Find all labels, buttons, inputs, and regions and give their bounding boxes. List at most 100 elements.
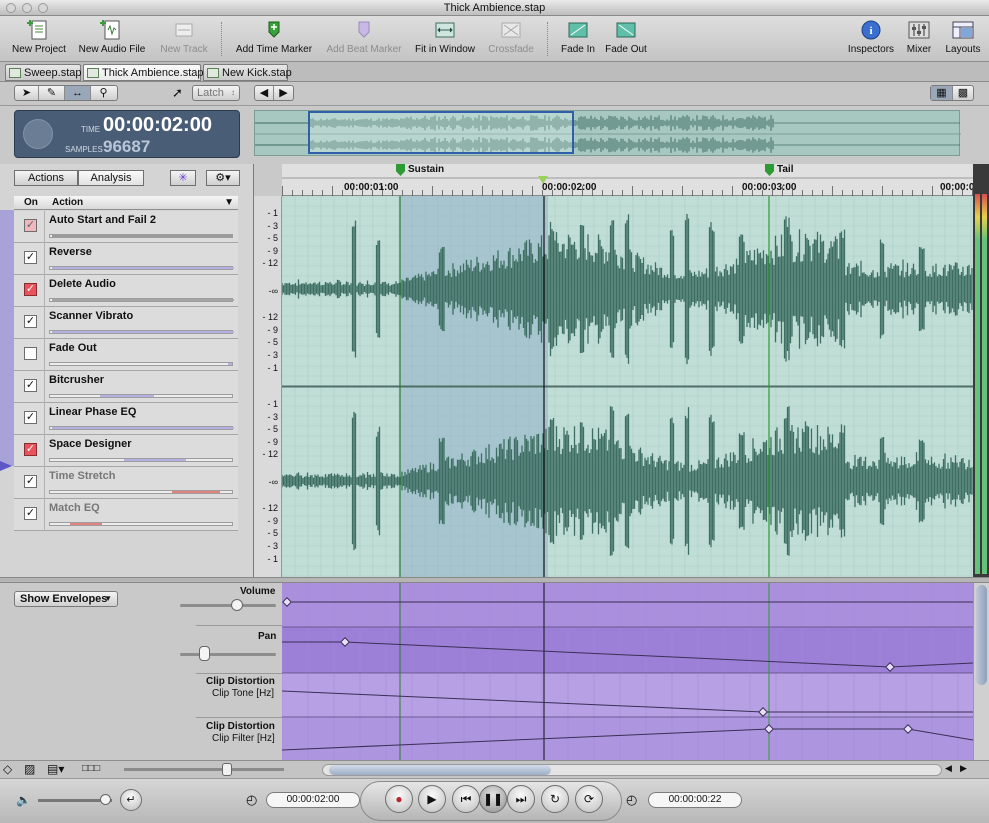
- pencil-tool-icon[interactable]: ✎: [39, 86, 65, 100]
- overview-selection[interactable]: [308, 111, 574, 154]
- inspectors-button[interactable]: i Inspectors: [845, 18, 897, 55]
- fade-out-button[interactable]: Fade Out: [603, 18, 649, 55]
- volume-slider-thumb[interactable]: [231, 599, 243, 611]
- fit-in-window-button[interactable]: Fit in Window: [412, 18, 478, 55]
- horizontal-scroll-thumb[interactable]: [329, 765, 551, 775]
- nav-right-icon[interactable]: ▶: [274, 86, 293, 100]
- arrow-tool-icon[interactable]: ➤: [15, 86, 39, 100]
- minimize-icon[interactable]: [22, 3, 32, 13]
- tab-thick-ambience[interactable]: Thick Ambience.stap: [83, 64, 204, 81]
- db-tick-label: -∞: [268, 477, 278, 487]
- playhead-position-value: 00:00:02:00: [286, 794, 340, 805]
- filter-tool-icon[interactable]: ▨: [24, 762, 35, 776]
- crossfade-button[interactable]: Crossfade: [484, 18, 538, 55]
- length-icon: ◴: [626, 792, 638, 807]
- zoom-slider-thumb[interactable]: [222, 763, 232, 776]
- track-height-icon[interactable]: □□□: [82, 763, 100, 774]
- zoom-slider[interactable]: [124, 768, 284, 771]
- playhead-position-field[interactable]: 00:00:02:00: [266, 792, 360, 808]
- fade-in-button[interactable]: Fade In: [558, 18, 598, 55]
- rewind-button[interactable]: ⏮: [452, 785, 480, 813]
- action-enable-checkbox[interactable]: ✓: [24, 283, 37, 296]
- scrub-tool-icon[interactable]: ↔: [65, 86, 91, 100]
- db-tick-label: - 12: [262, 312, 278, 322]
- play-button[interactable]: ▶: [418, 785, 446, 813]
- pan-slider-thumb[interactable]: [199, 646, 210, 661]
- waveform-view-icon[interactable]: ▦: [931, 86, 953, 100]
- add-beat-marker-label: Add Beat Marker: [326, 44, 402, 55]
- new-project-button[interactable]: New Project: [8, 18, 70, 55]
- show-envelopes-select[interactable]: Show Envelopes ▼: [14, 591, 118, 607]
- action-row[interactable]: ✓ Auto Start and Fail 2: [14, 211, 238, 243]
- envelope-editor[interactable]: [281, 583, 974, 760]
- action-row[interactable]: ✓ Scanner Vibrato: [14, 307, 238, 339]
- action-row[interactable]: ✓ Delete Audio: [14, 275, 238, 307]
- starburst-button[interactable]: ✳: [170, 170, 196, 186]
- nav-left-icon[interactable]: ◀: [255, 86, 274, 100]
- timeline-ruler[interactable]: Sustain Tail 00:00:01:00 00:00:02:00 00:…: [282, 164, 974, 196]
- new-audio-file-button[interactable]: New Audio File: [76, 18, 148, 55]
- loop-button[interactable]: ↻: [541, 785, 569, 813]
- envelope-scrollbar[interactable]: [973, 583, 989, 760]
- mixer-button[interactable]: Mixer: [903, 18, 935, 55]
- pause-button[interactable]: ❚❚: [479, 785, 507, 813]
- action-enable-checkbox[interactable]: [24, 347, 37, 360]
- action-enable-checkbox[interactable]: ✓: [24, 251, 37, 264]
- record-button[interactable]: ●: [385, 785, 413, 813]
- tab-sweep[interactable]: Sweep.stap: [5, 64, 81, 81]
- new-track-button[interactable]: New Track: [154, 18, 214, 55]
- tab-new-kick[interactable]: New Kick.stap: [203, 64, 292, 81]
- volume-slider[interactable]: [180, 604, 276, 607]
- action-row[interactable]: ✓ Reverse: [14, 243, 238, 275]
- cycle-button[interactable]: ⟳: [575, 785, 603, 813]
- action-row[interactable]: ✓ Space Designer: [14, 435, 238, 467]
- zoom-icon[interactable]: [38, 3, 48, 13]
- horizontal-scrollbar[interactable]: [322, 764, 942, 776]
- spectrum-view-icon[interactable]: ▩: [953, 86, 973, 100]
- master-volume-thumb[interactable]: [100, 794, 111, 805]
- waveform-channel: [281, 406, 973, 556]
- action-row[interactable]: Fade Out: [14, 339, 238, 371]
- ruler-tool-icon[interactable]: ▤▾: [47, 762, 64, 776]
- action-enable-checkbox[interactable]: ✓: [24, 443, 37, 456]
- action-enable-checkbox[interactable]: ✓: [24, 379, 37, 392]
- tab-actions[interactable]: Actions: [14, 170, 78, 186]
- time-marker-icon: [268, 21, 280, 38]
- close-icon[interactable]: [6, 3, 16, 13]
- tool-row: ➤ ✎ ↔ ⚲ ➚ Latch ↕ ◀ ▶ ▦ ▩: [0, 82, 989, 106]
- action-gear-menu[interactable]: ⚙▾: [206, 170, 240, 186]
- sort-icon[interactable]: ▼: [224, 197, 234, 208]
- time-value: 00:00:02:00: [103, 114, 212, 136]
- toolbar-separator: [547, 22, 548, 56]
- action-enable-checkbox[interactable]: ✓: [24, 475, 37, 488]
- scroll-right-icon[interactable]: ▶: [960, 763, 967, 774]
- action-enable-checkbox[interactable]: ✓: [24, 219, 37, 232]
- selection-length-field[interactable]: 00:00:00:22: [648, 792, 742, 808]
- add-time-marker-button[interactable]: Add Time Marker: [232, 18, 316, 55]
- add-beat-marker-button[interactable]: Add Beat Marker: [324, 18, 404, 55]
- forward-button[interactable]: ⏭: [507, 785, 535, 813]
- pan-slider[interactable]: [180, 653, 276, 656]
- action-enable-checkbox[interactable]: ✓: [24, 315, 37, 328]
- tab-analysis[interactable]: Analysis: [78, 170, 144, 186]
- envelope-tool-icon[interactable]: ◇: [3, 762, 12, 776]
- marker-tail[interactable]: Tail: [765, 164, 793, 176]
- envelope-scroll-thumb[interactable]: [976, 585, 987, 685]
- action-row[interactable]: ✓ Time Stretch: [14, 467, 238, 499]
- latch-select[interactable]: Latch ↕: [192, 85, 240, 101]
- column-divider: [44, 307, 45, 339]
- waveform-editor[interactable]: [281, 195, 973, 577]
- layouts-button[interactable]: Layouts: [942, 18, 984, 55]
- scroll-left-icon[interactable]: ◀: [945, 763, 952, 774]
- action-row[interactable]: ✓ Bitcrusher: [14, 371, 238, 403]
- action-enable-checkbox[interactable]: ✓: [24, 411, 37, 424]
- action-row[interactable]: ✓ Linear Phase EQ: [14, 403, 238, 435]
- link-icon[interactable]: ➚: [172, 85, 183, 101]
- action-enable-checkbox[interactable]: ✓: [24, 507, 37, 520]
- waveform-channel: [281, 213, 973, 365]
- marker-sustain[interactable]: Sustain: [396, 164, 444, 176]
- zoom-tool-icon[interactable]: ⚲: [91, 86, 116, 100]
- action-row[interactable]: ✓ Match EQ: [14, 499, 238, 531]
- headphone-button[interactable]: ↵: [120, 789, 142, 811]
- column-divider: [44, 243, 45, 275]
